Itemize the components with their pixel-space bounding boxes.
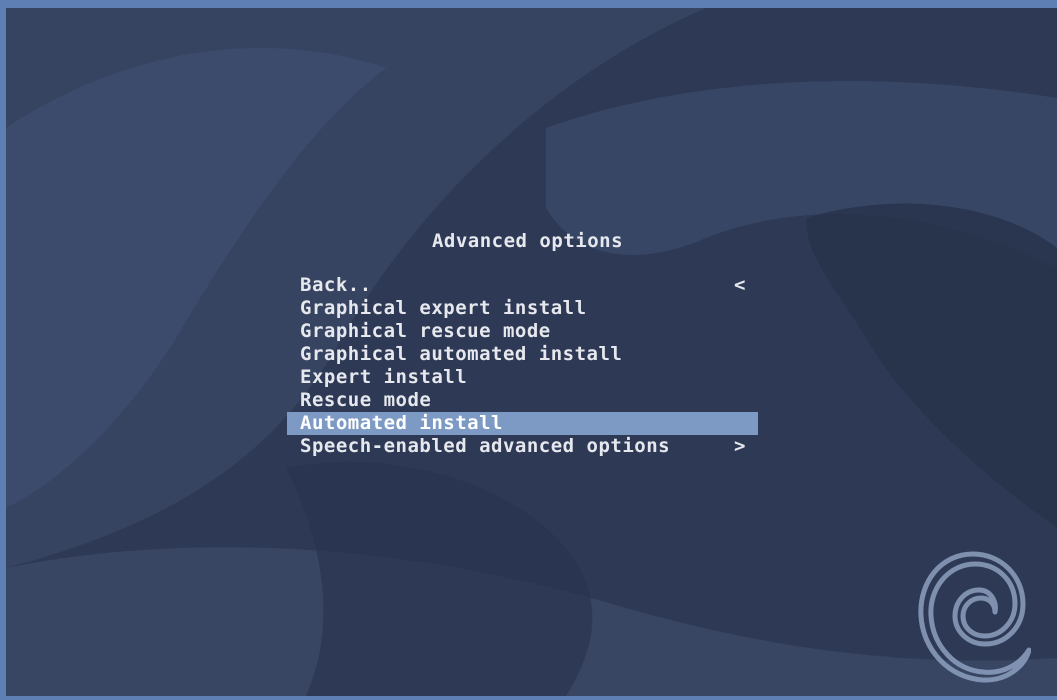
menu-item-graphical-expert-install[interactable]: Graphical expert install bbox=[287, 297, 758, 320]
back-arrow-icon: < bbox=[734, 274, 746, 296]
menu-item-graphical-rescue-mode[interactable]: Graphical rescue mode bbox=[287, 320, 758, 343]
submenu-arrow-icon: > bbox=[734, 435, 746, 457]
menu-item-label: Speech-enabled advanced options bbox=[300, 435, 671, 457]
menu-item-label: Back.. bbox=[300, 274, 372, 296]
menu-item-label: Rescue mode bbox=[300, 389, 432, 411]
menu-item-graphical-automated-install[interactable]: Graphical automated install bbox=[287, 343, 758, 366]
menu-item-label: Automated install bbox=[300, 412, 503, 434]
menu-item-expert-install[interactable]: Expert install bbox=[287, 366, 758, 389]
menu-item-rescue-mode[interactable]: Rescue mode bbox=[287, 389, 758, 412]
menu-item-automated-install[interactable]: Automated install bbox=[287, 412, 758, 435]
menu-item-label: Graphical rescue mode bbox=[300, 320, 551, 342]
menu-item-speech-enabled-advanced-options[interactable]: Speech-enabled advanced options > bbox=[287, 435, 758, 458]
menu-item-label: Graphical expert install bbox=[300, 297, 587, 319]
menu-item-back[interactable]: Back.. < bbox=[287, 274, 758, 297]
boot-menu: Back.. < Graphical expert install Graphi… bbox=[287, 274, 758, 458]
debian-swirl-logo-icon bbox=[918, 551, 1031, 683]
menu-item-label: Graphical automated install bbox=[300, 343, 623, 365]
menu-title: Advanced options bbox=[431, 230, 624, 252]
boot-screen: Advanced options Back.. < Graphical expe… bbox=[6, 8, 1057, 696]
menu-item-label: Expert install bbox=[300, 366, 468, 388]
